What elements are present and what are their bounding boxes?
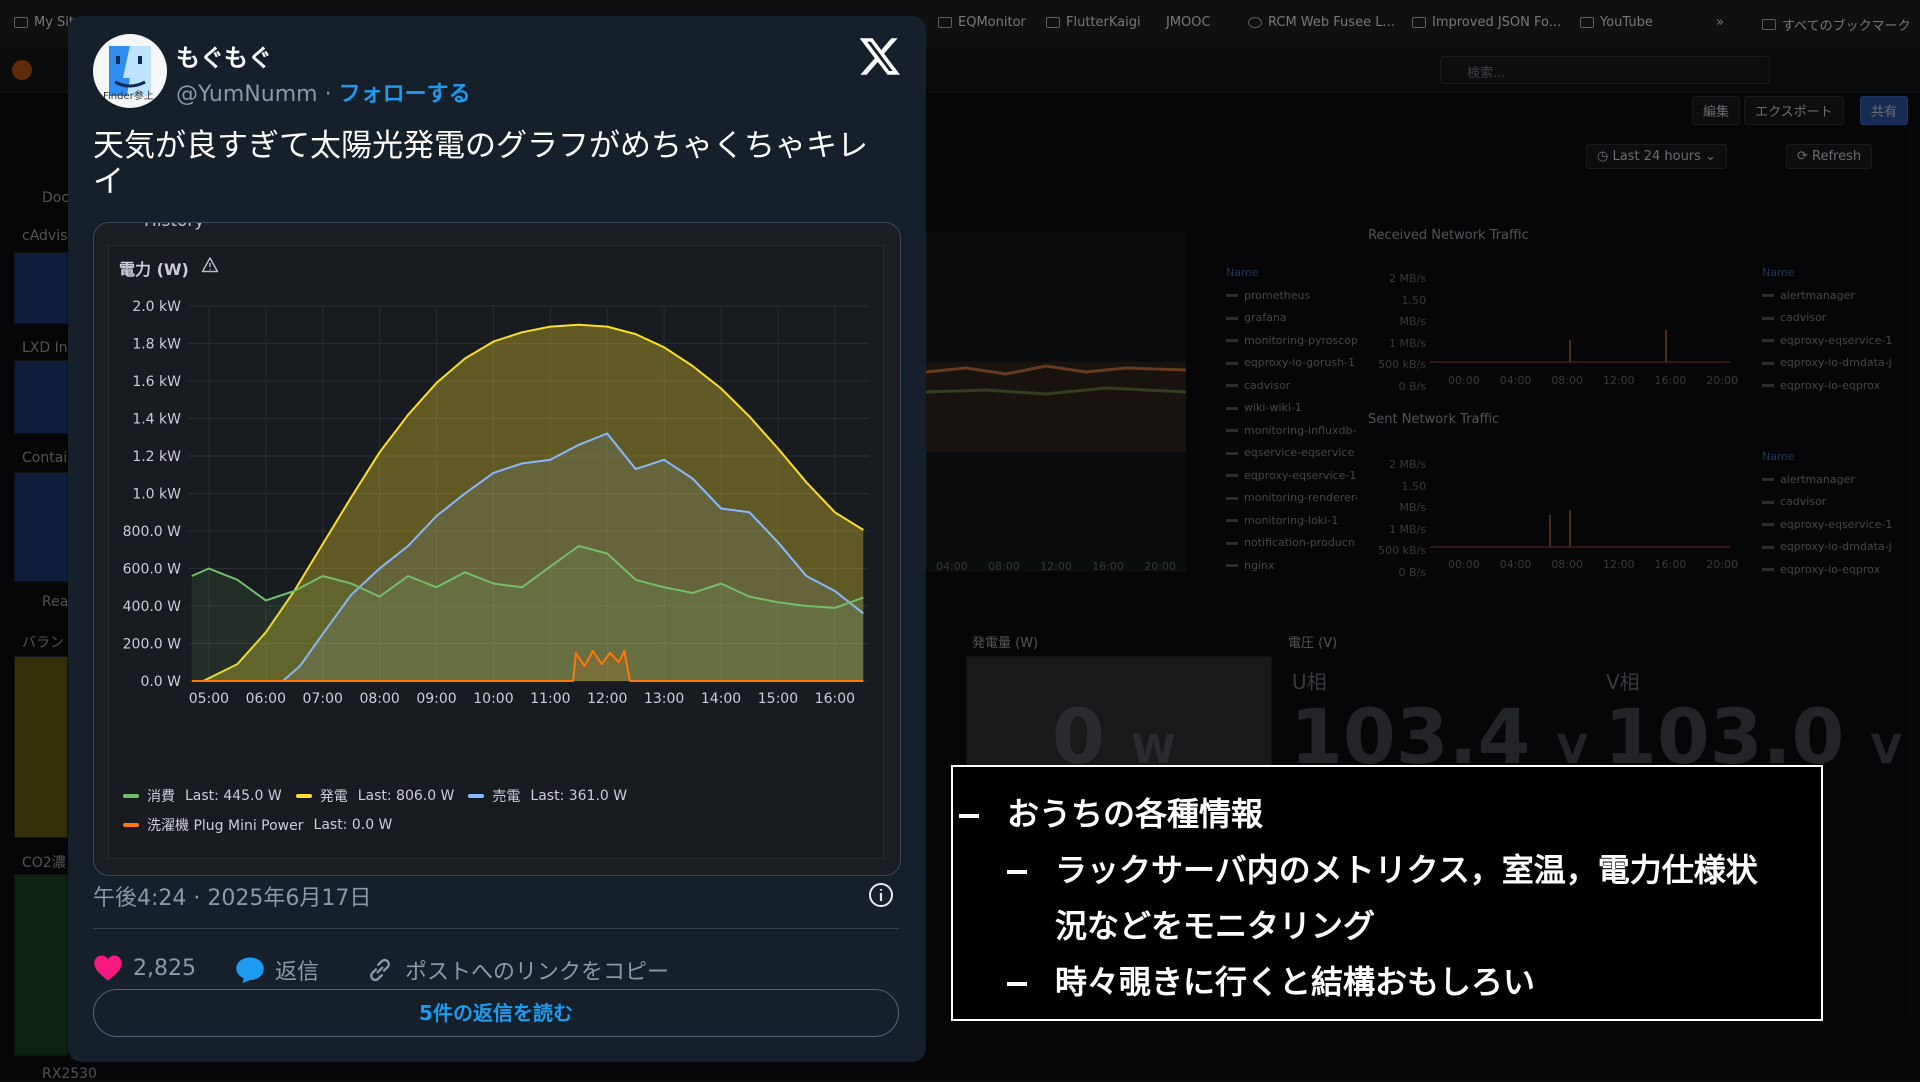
tweet-image[interactable]: History 電力 (W) 0.0 W 200.0 W 400.0 W 600.0 … — [93, 222, 901, 876]
x-tick-label: 15:00 — [758, 691, 798, 707]
bullet-item: ラックサーバ内のメトリクス，室温，電力仕様状 — [1007, 845, 1758, 891]
y-tick-label: 1.8 kW — [132, 337, 181, 353]
legend-swatch — [468, 794, 485, 798]
legend-swatch — [123, 794, 139, 798]
y-tick-label: 0.0 W — [140, 674, 181, 690]
tweet-card: Finder参上 もぐもぐ @YumNumm · フォローする 天気が良すぎて太… — [68, 16, 926, 1062]
chart-title: 電力 (W) — [119, 260, 189, 279]
legend-item[interactable]: 消費 Last: 445.0 W — [123, 786, 282, 806]
avatar-caption: Finder参上 — [103, 91, 154, 102]
warning-icon — [201, 257, 219, 273]
slide-bullet-box: おうちの各種情報 ラックサーバ内のメトリクス，室温，電力仕様状 況などをモニタリ… — [951, 765, 1823, 1021]
legend-last-value: Last: 445.0 W — [185, 788, 282, 804]
x-tick-label: 16:00 — [815, 691, 855, 707]
x-tick-label: 14:00 — [701, 691, 741, 707]
like-count: 2,825 — [133, 955, 196, 981]
bullet-dash — [1007, 982, 1027, 986]
legend-series-name: 消費 — [147, 789, 175, 805]
author-line: @YumNumm · フォローする — [176, 76, 471, 108]
copy-link-button[interactable]: ポストへのリンクをコピー — [365, 954, 669, 986]
separator: · — [324, 82, 332, 107]
legend-item[interactable]: 売電 Last: 361.0 W — [468, 786, 627, 806]
follow-button[interactable]: フォローする — [339, 82, 471, 107]
bullet-item: 時々覗きに行くと結構おもしろい — [1007, 957, 1535, 1003]
x-tick-label: 09:00 — [416, 691, 456, 707]
y-tick-label: 1.2 kW — [132, 449, 181, 465]
legend-last-value: Last: 0.0 W — [313, 817, 393, 833]
legend-series-name: 発電 — [319, 789, 348, 805]
bullet-item-continued: 況などをモニタリング — [1055, 907, 1376, 945]
like-button[interactable]: 2,825 — [93, 954, 196, 982]
bullet-dash — [1007, 870, 1027, 874]
x-tick-label: 05:00 — [189, 691, 229, 707]
tweet-text: 天気が良すぎて太陽光発電のグラフがめちゃくちゃキレイ — [93, 128, 868, 200]
x-tick-label: 06:00 — [246, 691, 286, 707]
y-tick-label: 600.0 W — [123, 562, 182, 578]
y-tick-label: 800.0 W — [123, 524, 182, 540]
y-tick-label: 1.0 kW — [132, 487, 181, 503]
y-tick-label: 1.4 kW — [132, 412, 181, 428]
x-tick-label: 10:00 — [473, 691, 513, 707]
copy-link-label: ポストへのリンクをコピー — [405, 960, 670, 985]
avatar[interactable]: Finder参上 — [93, 34, 167, 108]
divider — [93, 928, 899, 929]
legend-series-name: 売電 — [492, 789, 521, 805]
link-icon — [370, 958, 390, 982]
read-replies-button[interactable]: 5件の返信を読む — [93, 989, 899, 1037]
y-tick-label: 2.0 kW — [132, 299, 181, 315]
image-header-partial: History — [144, 223, 204, 231]
power-chart-panel: 電力 (W) 0.0 W 200.0 W 400.0 W 600.0 W 800.0 W… — [108, 245, 884, 859]
legend-swatch — [295, 794, 312, 798]
bullet-item: おうちの各種情報 — [959, 789, 1263, 835]
legend-item[interactable]: 洗濯機 Plug Mini Power Last: 0.0 W — [123, 815, 392, 835]
power-chart: 0.0 W 200.0 W 400.0 W 600.0 W 800.0 W 1.0 kW 1… — [123, 299, 869, 707]
legend-series-name: 洗濯機 Plug Mini Power — [147, 818, 304, 834]
y-tick-label: 1.6 kW — [132, 374, 181, 390]
legend-swatch — [123, 823, 139, 827]
x-tick-label: 13:00 — [644, 691, 684, 707]
x-tick-label: 11:00 — [530, 691, 570, 707]
legend-last-value: Last: 806.0 W — [357, 788, 455, 804]
chart-legend: 消費 Last: 445.0 W 発電 Last: 806.0 W 売電 Last: 36… — [123, 786, 883, 844]
x-tick-label: 07:00 — [303, 691, 343, 707]
x-tick-label: 08:00 — [359, 691, 399, 707]
bullet-dash — [959, 814, 979, 818]
y-tick-label: 400.0 W — [123, 599, 182, 615]
x-tick-label: 12:00 — [587, 691, 627, 707]
author-handle[interactable]: @YumNumm — [176, 82, 318, 107]
legend-last-value: Last: 361.0 W — [530, 788, 628, 804]
legend-item[interactable]: 発電 Last: 806.0 W — [295, 786, 455, 806]
y-tick-label: 200.0 W — [123, 637, 182, 653]
author-name[interactable]: もぐもぐ — [176, 38, 272, 73]
reply-button[interactable]: 返信 — [235, 954, 319, 986]
speech-bubble-icon — [236, 957, 264, 984]
info-icon[interactable] — [868, 882, 894, 908]
reply-label: 返信 — [275, 960, 320, 985]
x-logo-icon[interactable] — [858, 34, 902, 78]
tweet-timestamp[interactable]: 午後4:24 · 2025年6月17日 — [93, 880, 371, 912]
heart-icon — [94, 955, 122, 981]
